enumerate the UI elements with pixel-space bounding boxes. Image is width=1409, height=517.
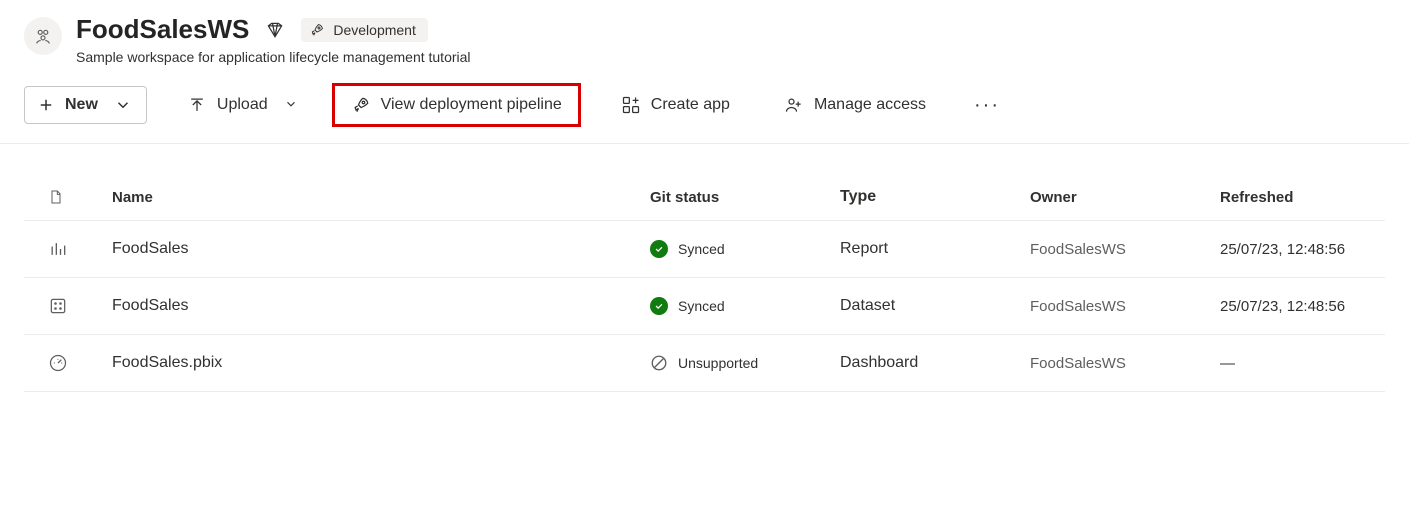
git-status: Synced xyxy=(650,297,840,315)
item-name[interactable]: FoodSales.pbix xyxy=(112,354,650,372)
item-refreshed: 25/07/23, 12:48:56 xyxy=(1220,241,1361,258)
stage-label: Development xyxy=(333,22,416,38)
column-git-header[interactable]: Git status xyxy=(650,189,840,206)
view-deployment-pipeline-button[interactable]: View deployment pipeline xyxy=(335,86,578,124)
column-icon xyxy=(48,188,112,206)
row-type-icon xyxy=(48,353,112,373)
item-type: Report xyxy=(840,240,1030,258)
column-owner-header[interactable]: Owner xyxy=(1030,189,1220,206)
table-row[interactable]: FoodSalesSyncedDatasetFoodSalesWS25/07/2… xyxy=(24,278,1385,335)
workspace-description: Sample workspace for application lifecyc… xyxy=(76,49,471,65)
premium-icon xyxy=(265,20,285,40)
check-circle-icon xyxy=(650,297,668,315)
rocket-icon xyxy=(351,95,371,115)
chevron-down-icon xyxy=(284,97,298,111)
item-type: Dataset xyxy=(840,297,1030,315)
upload-label: Upload xyxy=(217,96,268,114)
item-refreshed: — xyxy=(1220,355,1361,372)
manage-access-label: Manage access xyxy=(814,96,926,114)
toolbar: New Upload View deployment pipeline Crea… xyxy=(0,65,1409,144)
item-owner: FoodSalesWS xyxy=(1030,241,1220,258)
item-owner: FoodSalesWS xyxy=(1030,355,1220,372)
chevron-down-icon xyxy=(114,96,132,114)
view-pipeline-label: View deployment pipeline xyxy=(381,96,562,114)
table-row[interactable]: FoodSales.pbixUnsupportedDashboardFoodSa… xyxy=(24,335,1385,392)
check-circle-icon xyxy=(650,240,668,258)
column-type-header[interactable]: Type xyxy=(840,188,1030,206)
upload-group: Upload xyxy=(173,86,306,124)
rocket-icon xyxy=(309,22,325,38)
row-type-icon xyxy=(48,239,112,259)
new-button[interactable]: New xyxy=(24,86,147,124)
create-app-button[interactable]: Create app xyxy=(607,86,744,124)
dataset-icon xyxy=(48,296,68,316)
manage-access-button[interactable]: Manage access xyxy=(770,86,940,124)
manage-access-icon xyxy=(784,95,804,115)
workspace-avatar xyxy=(24,17,62,55)
content-table: Name Git status Type Owner Refreshed Foo… xyxy=(0,144,1409,392)
upload-icon xyxy=(187,95,207,115)
column-name-header[interactable]: Name xyxy=(112,189,650,206)
report-icon xyxy=(48,239,68,259)
item-owner: FoodSalesWS xyxy=(1030,298,1220,315)
highlight-box: View deployment pipeline xyxy=(332,83,581,127)
people-icon xyxy=(32,25,54,47)
create-app-label: Create app xyxy=(651,96,730,114)
new-label: New xyxy=(65,96,98,114)
plus-icon xyxy=(37,96,55,114)
item-name[interactable]: FoodSales xyxy=(112,240,650,258)
upload-dropdown[interactable] xyxy=(276,88,306,123)
ellipsis-icon: ··· xyxy=(974,95,1000,115)
upload-button[interactable]: Upload xyxy=(173,86,276,124)
table-row[interactable]: FoodSalesSyncedReportFoodSalesWS25/07/23… xyxy=(24,221,1385,278)
item-type: Dashboard xyxy=(840,354,1030,372)
stage-badge[interactable]: Development xyxy=(301,18,428,42)
row-type-icon xyxy=(48,296,112,316)
unsupported-icon xyxy=(650,354,668,372)
more-button[interactable]: ··· xyxy=(966,89,1008,121)
git-status: Synced xyxy=(650,240,840,258)
item-name[interactable]: FoodSales xyxy=(112,297,650,315)
item-refreshed: 25/07/23, 12:48:56 xyxy=(1220,298,1361,315)
dashboard-icon xyxy=(48,353,68,373)
file-icon xyxy=(48,188,64,206)
workspace-title: FoodSalesWS xyxy=(76,14,249,45)
table-header-row: Name Git status Type Owner Refreshed xyxy=(24,174,1385,221)
workspace-header: FoodSalesWS Development Sample workspace… xyxy=(0,0,1409,65)
create-app-icon xyxy=(621,95,641,115)
git-status: Unsupported xyxy=(650,354,840,372)
column-refreshed-header[interactable]: Refreshed xyxy=(1220,189,1361,206)
